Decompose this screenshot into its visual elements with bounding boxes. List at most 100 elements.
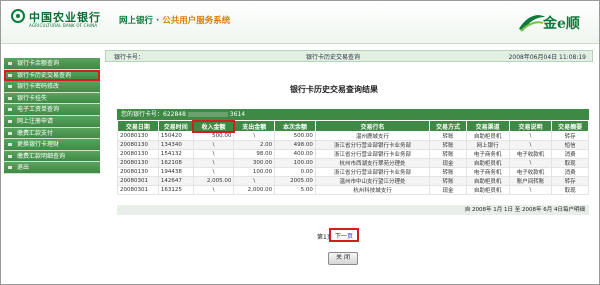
sidebar-item-password[interactable]: 银行卡密码修改 xyxy=(4,81,100,93)
cell: 20080130 xyxy=(117,167,159,177)
sidebar-item-payment[interactable]: 缴费汇款支付 xyxy=(4,127,100,140)
cell: 0.00 xyxy=(274,167,316,177)
cell: \ xyxy=(233,131,276,141)
account-bar: 您的银行卡号：622848 3614 xyxy=(117,109,589,120)
cell: 账户间转账 xyxy=(508,176,553,186)
cell: 网上银行 xyxy=(465,140,510,150)
table-header-row: 交易日期 交易时间 收入金额 支出金额 本次余额 交易行名 交易方式 交易渠道 … xyxy=(117,119,589,133)
cell: \ xyxy=(192,158,235,168)
cell: 2.00 xyxy=(233,140,276,150)
cell: \ xyxy=(508,185,553,195)
cell: \ xyxy=(508,140,553,150)
system-title-part1: 网上银行 xyxy=(119,16,154,26)
cell: 电子收款机 xyxy=(508,149,553,159)
cell: \ xyxy=(192,140,235,150)
cell: 150420 xyxy=(157,131,194,141)
bank-logo-icon xyxy=(11,9,25,23)
cell: 400.00 xyxy=(274,149,316,159)
sidebar-item-exit[interactable]: 退出 xyxy=(4,162,100,174)
cell: 现金 xyxy=(429,185,467,195)
cell: 自助柜员机 xyxy=(465,131,510,141)
breadcrumb-title: 银行卡历史交易查询 xyxy=(306,54,361,61)
cell: 154132 xyxy=(157,149,194,159)
sidebar-item-history[interactable]: 银行卡历史交易查询 xyxy=(4,69,100,82)
cell: 浙江省分行营业部银行卡业务部 xyxy=(314,167,431,177)
cell: 电子收款机 xyxy=(508,167,553,177)
col-desc: 交易说明 xyxy=(508,120,553,132)
table-row: 20080130 134340 \ 2.00 498.00 浙江省分行营业部银行… xyxy=(117,140,589,150)
brand-text: 金e顺 xyxy=(543,16,580,32)
cell: \ xyxy=(508,131,553,141)
cell: 消费 xyxy=(551,149,589,159)
cell: 162108 xyxy=(157,158,194,168)
cell: 100.00 xyxy=(233,167,276,177)
col-income: 收入金额 xyxy=(192,119,235,133)
sidebar-item-register[interactable]: 网上注册申请 xyxy=(4,115,100,128)
cell: 100.00 xyxy=(274,158,316,168)
summary-bar: 自 2008年 1月 1日 至 2008年 6月 4日每户明细 xyxy=(117,205,589,215)
cell: 2,000.00 xyxy=(233,185,276,195)
cell: \ xyxy=(192,167,235,177)
table-row: 20080130 194438 \ 100.00 0.00 浙江省分行营业部银行… xyxy=(117,167,589,177)
sidebar: 银行卡余额查询 银行卡历史交易查询 银行卡密码修改 银行卡挂失 电子工资单查询 … xyxy=(4,50,100,174)
cell: 现金 xyxy=(429,158,467,168)
system-title-sep: · xyxy=(155,16,160,26)
system-title: 网上银行 · 公共用户服务系统 xyxy=(119,14,230,26)
cell: 20080130 xyxy=(117,140,159,150)
cell: 杭州科技城支行 xyxy=(314,185,431,195)
page-title: 银行卡历史交易查询结果 xyxy=(290,85,378,94)
sidebar-item-payment-detail[interactable]: 缴费汇款明细查询 xyxy=(4,150,100,163)
sidebar-spacer xyxy=(4,50,100,58)
cell: 20080301 xyxy=(117,185,159,195)
col-time: 交易时间 xyxy=(157,120,194,132)
table-row: 20080130 162108 \ 300.00 100.00 杭州市西湖支行翠… xyxy=(117,158,589,168)
cell: 20080130 xyxy=(117,149,159,159)
account-suffix: 3614 xyxy=(229,111,246,118)
cell: 消费 xyxy=(551,167,589,177)
sidebar-item-replace-card[interactable]: 更换银行卡理财 xyxy=(4,139,100,151)
col-branch: 交易行名 xyxy=(314,120,431,132)
page-header: 中国农业银行 AGRICULTURAL BANK OF CHINA 网上银行 ·… xyxy=(1,1,599,44)
sidebar-item-payslip[interactable]: 电子工资单查询 xyxy=(4,104,100,116)
cell: 2005.00 xyxy=(274,176,316,186)
cell: 取现 xyxy=(551,158,589,168)
table-row: 20080301 142647 2,005.00 \ 2005.00 温州市中山… xyxy=(117,176,589,186)
cell: 500.00 xyxy=(192,131,235,141)
table-row: 20080301 163125 \ 2,000.00 5.00 杭州科技城支行 … xyxy=(117,185,589,195)
close-button[interactable]: 关 闭 xyxy=(328,252,358,265)
breadcrumb-datetime: 2008年06月04日 11:08:19 xyxy=(508,54,586,61)
system-title-part2: 公共用户服务系统 xyxy=(162,16,231,26)
cell: 转账 xyxy=(429,131,467,141)
cell: 300.00 xyxy=(233,158,276,168)
col-expense: 支出金额 xyxy=(233,120,276,132)
next-page-button[interactable]: 下一页 xyxy=(329,228,359,242)
cell: 2,005.00 xyxy=(192,176,235,186)
brand-logo: 金e顺 xyxy=(517,7,587,37)
cell: 自助柜员机 xyxy=(465,158,510,168)
cell: 短信 xyxy=(551,140,589,150)
cell: 浙江省分行营业部银行卡业务部 xyxy=(314,149,431,159)
cell: 20080130 xyxy=(117,131,159,141)
col-channel: 交易渠道 xyxy=(465,120,510,132)
sidebar-item-balance[interactable]: 银行卡余额查询 xyxy=(4,58,100,70)
cell: 500.00 xyxy=(274,131,316,141)
cell: 转账 xyxy=(429,149,467,159)
cell: 自助柜员机 xyxy=(465,185,510,195)
cell: 98.00 xyxy=(233,149,276,159)
cell: 转账 xyxy=(429,176,467,186)
cell: 转存 xyxy=(551,176,589,186)
cell: 温州市中山支行望江分理处 xyxy=(314,176,431,186)
cell: 温州鹿城支行 xyxy=(314,131,431,141)
summary-range: 自 2008年 1月 1日 至 2008年 6月 4日每户明细 xyxy=(464,207,585,213)
table-row: 20080130 154132 \ 98.00 400.00 浙江省分行营业部银… xyxy=(117,149,589,159)
col-summary: 交易摘要 xyxy=(551,120,589,132)
cell: 转存 xyxy=(551,131,589,141)
breadcrumb: 银行卡号： 银行卡历史交易查询 2008年06月04日 11:08:19 xyxy=(105,50,593,62)
sidebar-item-report-loss[interactable]: 银行卡挂失 xyxy=(4,92,100,105)
cell: \ xyxy=(508,158,553,168)
cell: 20080130 xyxy=(117,158,159,168)
col-date: 交易日期 xyxy=(117,120,159,132)
cell: 142647 xyxy=(157,176,194,186)
account-label: 您的银行卡号：622848 xyxy=(121,111,186,118)
cell: \ xyxy=(192,185,235,195)
